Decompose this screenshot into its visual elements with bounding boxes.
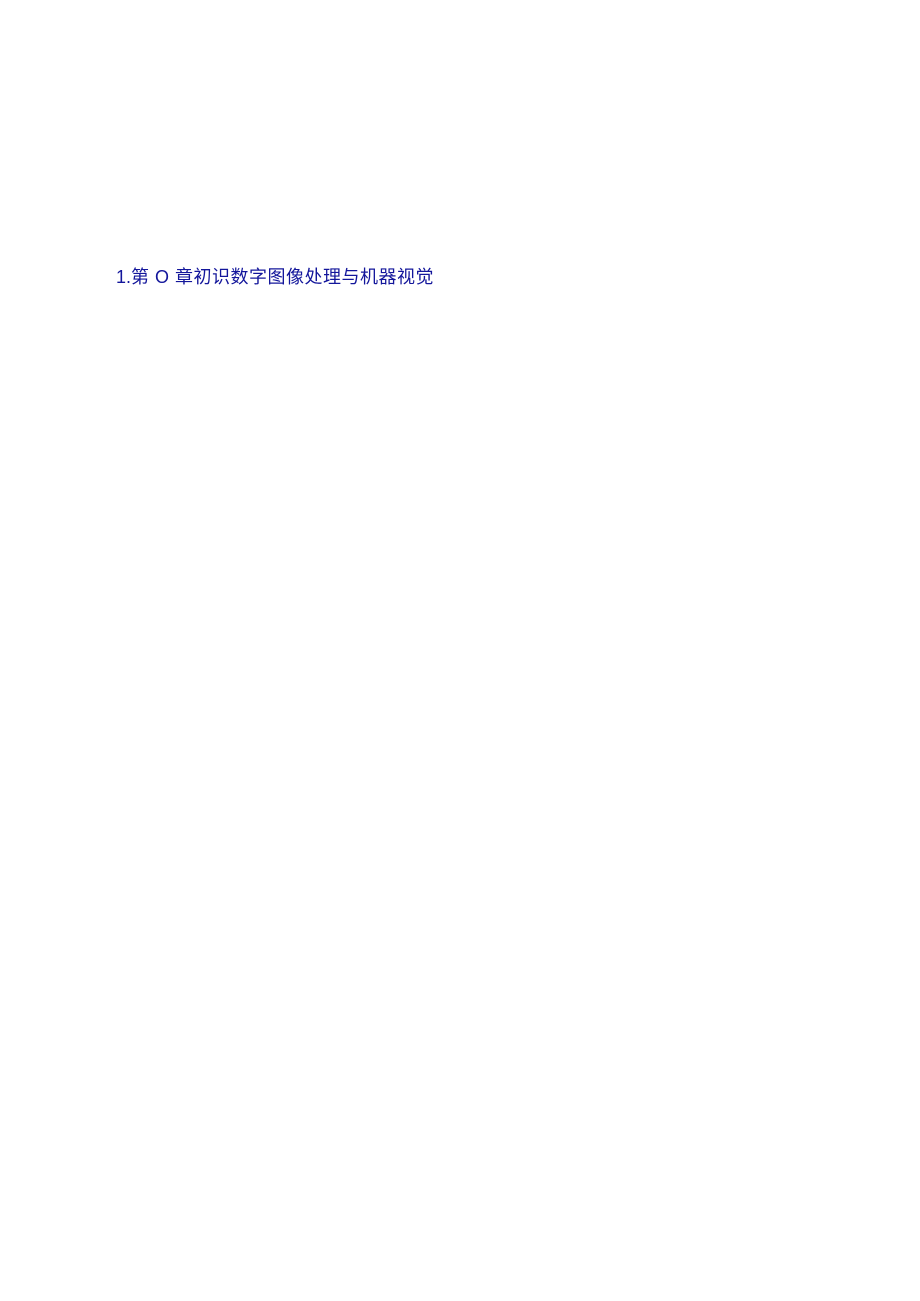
document-page: 1.第 O 章初识数字图像处理与机器视觉 [0, 0, 920, 1301]
heading-text: 第 O 章初识数字图像处理与机器视觉 [131, 267, 434, 287]
heading-number: 1. [116, 267, 131, 287]
section-heading: 1.第 O 章初识数字图像处理与机器视觉 [116, 265, 434, 290]
